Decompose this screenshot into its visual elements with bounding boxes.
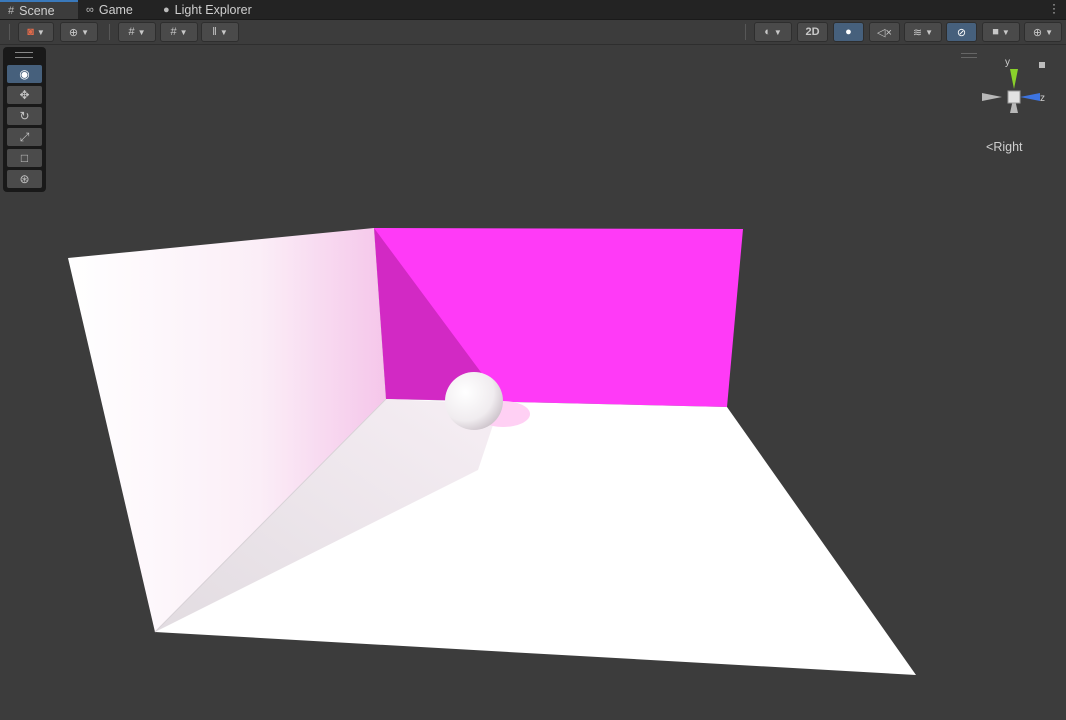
ruler-icon: ‖ bbox=[212, 26, 217, 38]
rect-icon: □ bbox=[20, 151, 29, 165]
neg-z-cone bbox=[982, 93, 1002, 101]
tools-overlay: ◉ ✥ ↻ ⤢ □ ⊛ bbox=[3, 47, 46, 192]
gizmos-icon: ⊕ bbox=[1032, 26, 1043, 39]
y-axis-cone bbox=[1010, 69, 1018, 89]
mode-2d-label: 2D bbox=[805, 26, 820, 38]
tab-game-label: Game bbox=[98, 2, 133, 17]
sphere bbox=[445, 372, 503, 430]
mode-2d-toggle[interactable]: 2D bbox=[797, 22, 828, 42]
scale-tool-button[interactable]: ⤢ bbox=[7, 128, 42, 146]
more-options-icon[interactable]: · · · bbox=[1052, 0, 1056, 18]
chevron-down-icon: ▼ bbox=[179, 27, 188, 37]
chevron-down-icon: ▼ bbox=[137, 27, 146, 37]
shaded-sphere-icon: ◐ bbox=[764, 26, 771, 38]
audio-toggle[interactable]: ◁× bbox=[869, 22, 900, 42]
snap-grid-icon: # bbox=[128, 26, 135, 38]
grid-icon: # bbox=[8, 4, 15, 17]
view-name: Right bbox=[993, 140, 1023, 154]
lightbulb-icon: ● bbox=[845, 26, 852, 38]
snap-grid-dropdown[interactable]: # ▼ bbox=[118, 22, 156, 42]
scale-icon: ⤢ bbox=[19, 129, 30, 144]
draw-mode-icon: ◙ bbox=[27, 26, 34, 38]
gizmo-center-cube bbox=[1007, 90, 1021, 104]
view-orientation-label[interactable]: <Right bbox=[986, 140, 1023, 154]
orientation-gizmo[interactable]: y z bbox=[978, 55, 1050, 127]
scene-viewport[interactable] bbox=[0, 45, 1066, 720]
move-tool-button[interactable]: ✥ bbox=[7, 86, 42, 104]
gamepad-icon: ∞ bbox=[86, 3, 94, 16]
rotate-tool-button[interactable]: ↻ bbox=[7, 107, 42, 125]
grid-snap-icon: # bbox=[170, 26, 177, 38]
globe-icon: ⊕ bbox=[68, 26, 79, 39]
tab-game[interactable]: ∞ Game bbox=[86, 0, 133, 19]
view-tool-button[interactable]: ◉ bbox=[7, 65, 42, 83]
chevron-down-icon: ▼ bbox=[773, 27, 782, 37]
chevron-down-icon: ▼ bbox=[1001, 27, 1010, 37]
toolbar-separator bbox=[9, 24, 10, 40]
chevron-down-icon: ▼ bbox=[36, 27, 45, 37]
chevron-down-icon: ▼ bbox=[219, 27, 228, 37]
increment-snap-dropdown[interactable]: ‖ ▼ bbox=[201, 22, 239, 42]
chevron-down-icon: ▼ bbox=[925, 27, 934, 37]
z-axis-cone bbox=[1020, 93, 1040, 101]
grid-snapping-dropdown[interactable]: # ▼ bbox=[160, 22, 198, 42]
lighting-toggle[interactable]: ● bbox=[833, 22, 864, 42]
gizmo-graphic: y z bbox=[982, 57, 1045, 113]
effects-dropdown[interactable]: ≋ ▼ bbox=[904, 22, 942, 42]
scene-render bbox=[68, 228, 916, 675]
tab-light-explorer[interactable]: ● Light Explorer bbox=[163, 0, 252, 19]
chevron-down-icon: ▼ bbox=[81, 27, 90, 37]
toolbar-separator bbox=[745, 24, 746, 40]
toolbar-separator bbox=[109, 24, 110, 40]
gizmo-y-label: y bbox=[1005, 57, 1010, 68]
eye-hidden-icon: ⊘ bbox=[956, 26, 967, 39]
rotate-icon: ↻ bbox=[19, 109, 30, 123]
draw-mode-dropdown[interactable]: ◙ ▼ bbox=[18, 22, 54, 42]
chevron-down-icon: ▼ bbox=[1045, 27, 1054, 37]
hidden-objects-toggle[interactable]: ⊘ bbox=[946, 22, 977, 42]
tab-scene-label: Scene bbox=[19, 3, 55, 18]
camera-icon: ■ bbox=[992, 26, 999, 38]
transform-icon: ⊛ bbox=[19, 172, 30, 186]
camera-dropdown[interactable]: ■ ▼ bbox=[982, 22, 1020, 42]
audio-mute-icon: ◁× bbox=[877, 26, 892, 39]
gizmo-drag-handle[interactable] bbox=[961, 53, 977, 58]
gizmo-z-label: z bbox=[1040, 93, 1045, 104]
global-local-dropdown[interactable]: ⊕ ▼ bbox=[60, 22, 98, 42]
eye-icon: ◉ bbox=[19, 67, 30, 81]
tab-bar: # Scene ∞ Game ● Light Explorer · · · bbox=[0, 0, 1066, 20]
scene-toolbar: ◙ ▼ ⊕ ▼ # ▼ # ▼ ‖ ▼ ◐ ▼ 2D ● ◁× ≋ ▼ ⊘ ■ ▼ ⊕ ▼ bbox=[0, 20, 1066, 45]
drag-handle[interactable] bbox=[15, 52, 33, 58]
rect-tool-button[interactable]: □ bbox=[7, 149, 42, 167]
effects-icon: ≋ bbox=[912, 26, 923, 39]
move-icon: ✥ bbox=[19, 88, 30, 102]
tab-scene[interactable]: # Scene bbox=[0, 0, 78, 19]
gizmos-dropdown[interactable]: ⊕ ▼ bbox=[1024, 22, 1062, 42]
transform-tool-button[interactable]: ⊛ bbox=[7, 170, 42, 188]
bulb-icon: ● bbox=[163, 3, 170, 16]
shading-mode-dropdown[interactable]: ◐ ▼ bbox=[754, 22, 792, 42]
tab-light-explorer-label: Light Explorer bbox=[174, 2, 252, 17]
